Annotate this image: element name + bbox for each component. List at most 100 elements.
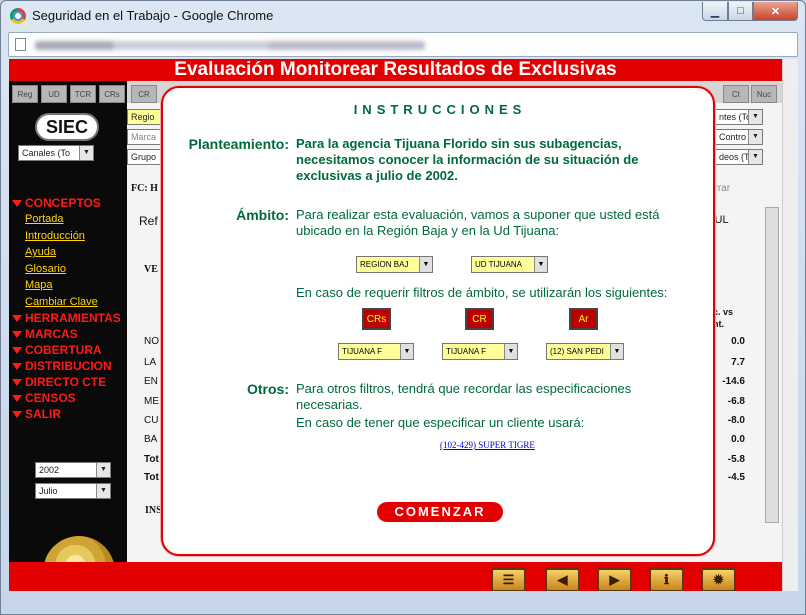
menu-label: DISTRIBUCION [25,359,112,373]
triangle-icon [12,394,22,402]
side-menu: CONCEPTOS Portada Introducción Ayuda Glo… [9,195,127,422]
tab-tcr[interactable]: TCR [70,85,96,103]
minimize-button[interactable]: ▁ [702,2,728,21]
region-select[interactable]: REGION BAJ ▼ [356,256,433,273]
row-label: Tot [144,454,159,465]
month-select[interactable]: Julio ▼ [35,483,111,499]
row-label: EN [144,376,158,387]
tab-cr[interactable]: CR [131,85,157,103]
tab-ct[interactable]: Ct [723,85,749,103]
tab-nuc[interactable]: Nuc [751,85,777,103]
chevron-down-icon: ▼ [748,150,762,164]
menu-distribucion[interactable]: DISTRIBUCION [9,358,127,374]
chevron-down-icon: ▼ [79,146,93,160]
chevron-down-icon: ▼ [748,130,762,144]
window-title: Seguridad en el Trabajo - Google Chrome [32,8,274,23]
region-bg-value: Regio [131,112,155,122]
channel-select[interactable]: Canales (To ▼ [18,145,94,161]
triangle-icon [12,346,22,354]
cr-filter-button[interactable]: CR [465,308,494,330]
year-select[interactable]: 2002 ▼ [35,462,111,478]
row-label: CU [144,415,159,426]
menu-label: DIRECTO CTE [25,375,107,389]
year-value: 2002 [39,465,60,475]
planteamiento-label: Planteamiento: [188,136,289,152]
menu-censos[interactable]: CENSOS [9,390,127,406]
planteamiento-text: Para la agencia Tijuana Florido sin sus … [296,136,639,183]
back-icon[interactable]: ◀ [545,568,580,591]
ref-tab[interactable]: Ref [139,214,158,228]
ambito-label: Ámbito: [236,207,289,223]
chevron-down-icon: ▼ [748,110,762,124]
instructions-modal: INSTRUCCIONES Planteamiento: Para la age… [161,86,715,556]
forward-icon[interactable]: ▶ [597,568,632,591]
header-cvs: c. vs [713,307,734,317]
submenu-introduccion[interactable]: Introducción [9,228,127,245]
menu-herramientas[interactable]: HERRAMIENTAS [9,310,127,326]
triangle-icon [12,199,22,207]
browser-window: Seguridad en el Trabajo - Google Chrome … [0,0,806,615]
filtros-text: En caso de requerir filtros de ámbito, s… [296,285,668,300]
region-value: REGION BAJ [360,260,409,269]
maximize-button[interactable]: □ [728,2,753,21]
month-value: Julio [39,486,58,496]
left-panel: Reg UD TCR CRs SIEC Canales (To ▼ CONCEPT… [9,81,127,591]
chevron-down-icon: ▼ [96,463,110,477]
otros-text: Para otros filtros, tendrá que recordar … [296,381,632,412]
contro-select-bg[interactable]: Contro ▼ [715,129,763,145]
url-text-blurred [35,41,425,50]
ntes-bg-value: ntes (To [719,112,752,122]
cliente-link[interactable]: (102-429) SUPER TIGRE [440,440,535,450]
triangle-icon [12,410,22,418]
ar-select[interactable]: (12) SAN PEDI ▼ [546,343,624,360]
chevron-down-icon: ▼ [96,484,110,498]
fc-label: FC: H [131,183,158,194]
menu-conceptos[interactable]: CONCEPTOS [9,195,127,211]
cr-value: TIJUANA F [446,347,487,356]
address-bar[interactable] [8,32,798,57]
close-button[interactable]: ✕ [753,2,798,21]
siec-logo: SIEC [35,113,99,141]
submenu-ayuda[interactable]: Ayuda [9,244,127,261]
title-bar: Seguridad en el Trabajo - Google Chrome … [1,1,805,31]
row-label: BA [144,434,158,445]
tab-ud[interactable]: UD [41,85,67,103]
submenu-cambiar-clave[interactable]: Cambiar Clave [9,294,127,311]
comenzar-button[interactable]: COMENZAR [377,502,503,522]
triangle-icon [12,378,22,386]
submenu-glosario[interactable]: Glosario [9,261,127,278]
ud-select[interactable]: UD TIJUANA ▼ [471,256,548,273]
crs-filter-button[interactable]: CRs [362,308,391,330]
chevron-down-icon: ▼ [400,344,413,359]
submenu-mapa[interactable]: Mapa [9,277,127,294]
menu-marcas[interactable]: MARCAS [9,326,127,342]
menu-cobertura[interactable]: COBERTURA [9,342,127,358]
ar-filter-button[interactable]: Ar [569,308,598,330]
crs-value: TIJUANA F [342,347,383,356]
crs-select[interactable]: TIJUANA F ▼ [338,343,414,360]
chrome-icon [10,8,26,24]
deos-select-bg[interactable]: deos (To ▼ [715,149,763,165]
triangle-icon [12,330,22,338]
triangle-icon [12,362,22,370]
settings-icon[interactable]: ✹ [701,568,736,591]
marca-bg-value: Marca [131,132,157,142]
tab-reg[interactable]: Reg [12,85,38,103]
index-icon[interactable]: ℹ [649,568,684,591]
inner-scrollbar[interactable] [765,207,779,523]
cliente-text: En caso de tener que especificar un clie… [296,415,585,430]
row-label: LA [144,357,157,368]
otros-label: Otros: [247,381,289,397]
list-icon[interactable]: ☰ [491,568,526,591]
menu-salir[interactable]: SALIR [9,406,127,422]
cr-select[interactable]: TIJUANA F ▼ [442,343,518,360]
menu-label: CONCEPTOS [25,196,101,210]
row-label: NO [144,336,159,347]
menu-directo-cte[interactable]: DIRECTO CTE [9,374,127,390]
submenu-portada[interactable]: Portada [9,211,127,228]
tab-crs[interactable]: CRs [99,85,125,103]
menu-label: COBERTURA [25,343,102,357]
ntes-select-bg[interactable]: ntes (To ▼ [715,109,763,125]
modal-title: INSTRUCCIONES [353,102,527,117]
page-scrollbar[interactable] [782,59,798,591]
